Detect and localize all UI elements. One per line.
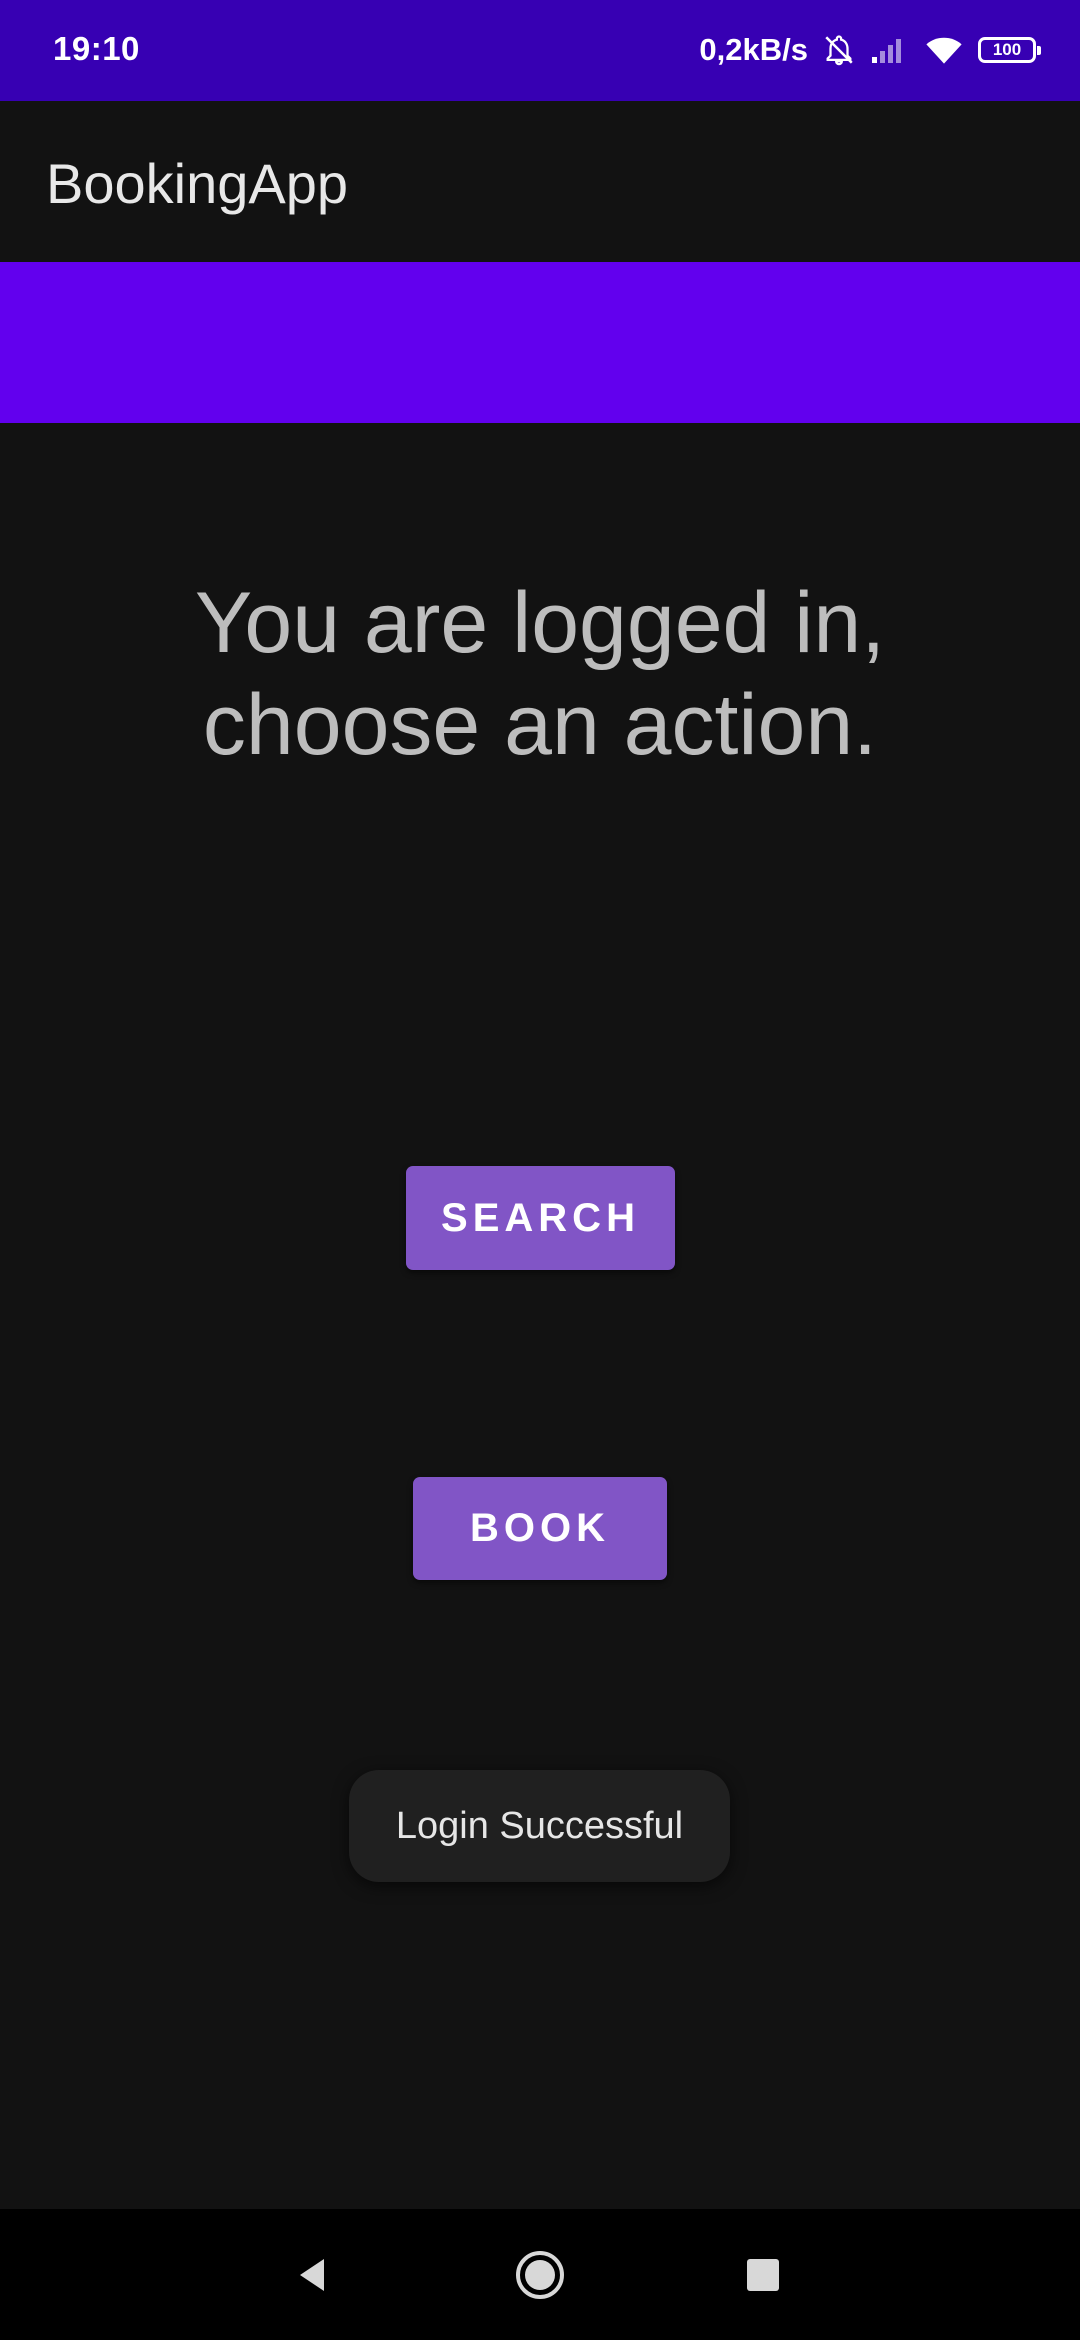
accent-band	[0, 262, 1080, 423]
app-bar: BookingApp	[0, 101, 1080, 262]
mute-icon	[822, 33, 856, 67]
screen: 19:10 0,2kB/s 100 BookingApp You are log…	[0, 0, 1080, 2340]
home-icon[interactable]	[509, 2244, 571, 2306]
battery-icon: 100	[978, 37, 1041, 63]
heading-line-1: You are logged in,	[194, 575, 886, 671]
page-heading: You are logged in, choose an action.	[0, 572, 1080, 776]
nav-bar	[0, 2209, 1080, 2340]
back-icon[interactable]	[283, 2244, 345, 2306]
status-time: 19:10	[53, 30, 140, 67]
toast-message: Login Successful	[349, 1770, 730, 1882]
search-button[interactable]: SEARCH	[406, 1166, 675, 1270]
app-title: BookingApp	[46, 152, 349, 215]
signal-icon	[870, 35, 910, 65]
recents-icon[interactable]	[732, 2244, 794, 2306]
wifi-icon	[924, 34, 964, 66]
book-button[interactable]: BOOK	[413, 1477, 667, 1580]
net-speed: 0,2kB/s	[699, 32, 808, 67]
status-right: 0,2kB/s 100	[699, 26, 1041, 74]
heading-line-2: choose an action.	[202, 677, 878, 773]
status-bar: 19:10 0,2kB/s 100	[0, 0, 1080, 101]
